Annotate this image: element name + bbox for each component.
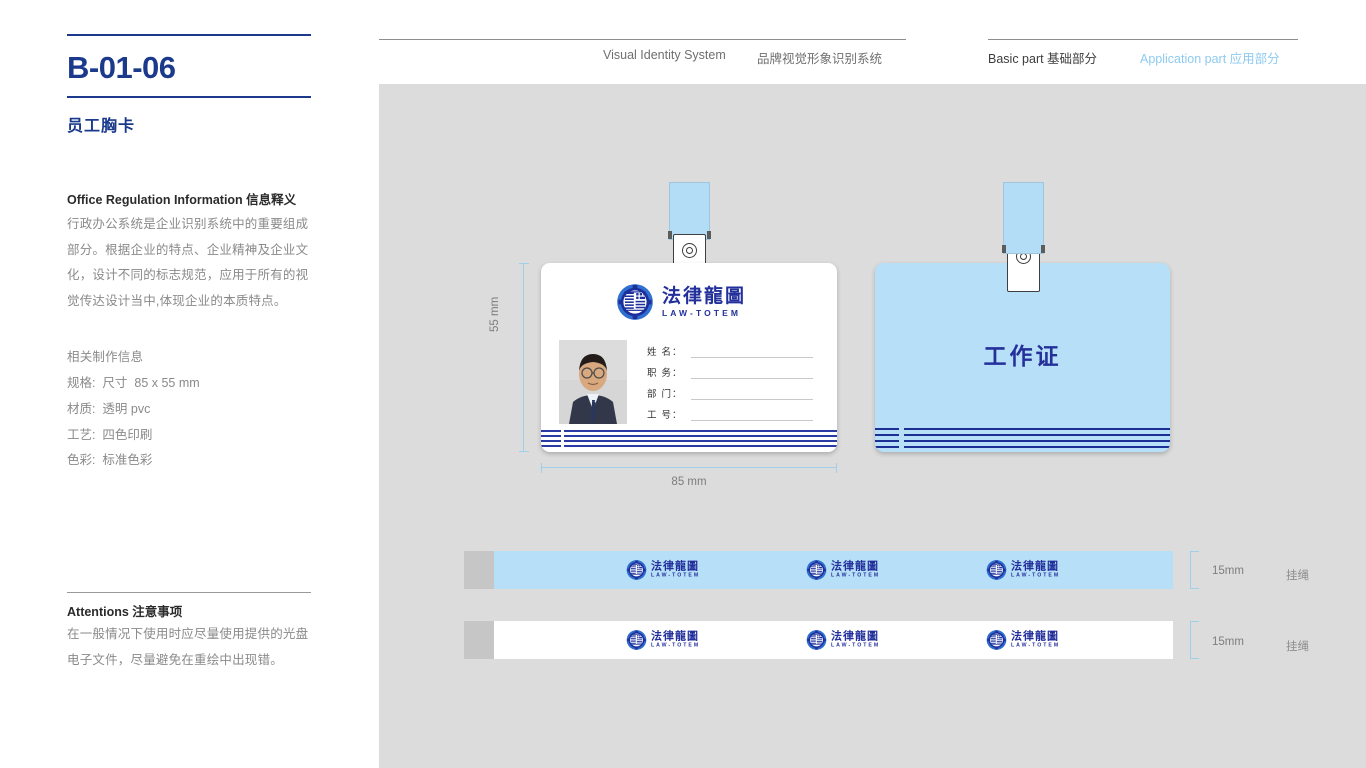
clip-nub-left — [1002, 245, 1006, 253]
dimension-height-label: 55 mm — [489, 296, 501, 332]
spec-item: 工艺: 四色印刷 — [67, 427, 153, 442]
field-line — [691, 378, 813, 379]
logo-text-en: LAW-TOTEM — [651, 642, 701, 649]
spec-item: 色彩: 标准色彩 — [67, 453, 153, 468]
lanyard-size-label: 15mm — [1212, 636, 1244, 648]
lanyard-grip — [464, 551, 494, 589]
field-name: 姓 名： — [647, 340, 813, 361]
lanyard-blue[interactable]: 法律龍圖 LAW-TOTEM 法律龍圖 LAW-TOTEM 法律龍圖 LAW-T… — [464, 551, 1173, 589]
card-back-title: 工作证 — [983, 344, 1062, 370]
divider-mid — [67, 96, 311, 98]
lanyard-logo: 法律龍圖 LAW-TOTEM — [806, 560, 880, 581]
law-totem-emblem-icon — [986, 630, 1007, 651]
field-label: 工 号： — [647, 410, 683, 421]
spec-list: 规格: 尺寸 85 x 55 mm 材质: 透明 pvc 工艺: 四色印刷 色彩… — [67, 371, 317, 474]
logo-text-cn: 法律龍圖 — [831, 559, 879, 573]
dimension-height-bracket — [519, 263, 529, 452]
badge-clip-right — [1002, 182, 1045, 292]
logo-text-en: LAW-TOTEM — [1011, 642, 1061, 649]
logo-text-cn: 法律龍圖 — [1011, 559, 1059, 573]
lanyard-dimension-bracket — [1190, 621, 1199, 659]
clip-nub-left — [668, 231, 672, 239]
lanyard-white[interactable]: 法律龍圖 LAW-TOTEM 法律龍圖 LAW-TOTEM 法律龍圖 LAW-T… — [464, 621, 1173, 659]
law-totem-emblem-icon — [626, 630, 647, 651]
field-label: 姓 名： — [647, 347, 683, 358]
law-totem-emblem-icon — [986, 560, 1007, 581]
spec-heading: 相关制作信息 — [67, 350, 144, 364]
page-title: 员工胸卡 — [67, 118, 136, 135]
field-line — [691, 357, 813, 358]
field-department: 部 门： — [647, 382, 813, 403]
logo-text-cn: 法律龍圖 — [651, 629, 699, 643]
field-position: 职 务： — [647, 361, 813, 382]
spec-item: 材质: 透明 pvc — [67, 401, 151, 416]
lanyard-logo: 法律龍圖 LAW-TOTEM — [626, 560, 700, 581]
logo-text-en: LAW-TOTEM — [651, 572, 701, 579]
logo-text-cn: 法律龍圖 — [651, 559, 699, 573]
lanyard-note-label: 挂绳 — [1286, 570, 1309, 582]
header-basic-part[interactable]: Basic part 基础部分 — [988, 48, 1097, 67]
dimension-width-label: 85 mm — [671, 476, 707, 488]
header-vis-cn: 品牌视觉形象识别系统 — [757, 52, 883, 66]
logo-text-cn: 法律龍圖 — [1011, 629, 1059, 643]
lanyard-grip — [464, 621, 494, 659]
field-label: 职 务： — [647, 368, 683, 379]
header-vis-en: Visual Identity System — [603, 48, 726, 62]
clip-tab — [1002, 182, 1045, 254]
page-code: B-01-06 — [67, 50, 176, 85]
id-card-front[interactable]: 法律龍圖 LAW-TOTEM 姓 名： 职 务： 部 门： 工 号： — [541, 263, 837, 452]
clip-nub-right — [1041, 245, 1045, 253]
field-label: 部 门： — [647, 389, 683, 400]
field-employee-id: 工 号： — [647, 403, 813, 424]
vi-manual-page: B-01-06 员工胸卡 Office Regulation Informati… — [0, 0, 1366, 768]
section-heading-info: Office Regulation Information 信息释义 — [67, 193, 297, 207]
clip-ring-icon — [682, 243, 697, 258]
left-info-column: B-01-06 员工胸卡 Office Regulation Informati… — [67, 0, 313, 768]
lanyard-logo: 法律龍圖 LAW-TOTEM — [626, 630, 700, 651]
law-totem-emblem-icon — [806, 630, 827, 651]
lanyard-logo: 法律龍圖 LAW-TOTEM — [986, 560, 1060, 581]
header-application-part[interactable]: Application part 应用部分 — [1140, 48, 1280, 67]
dimension-width-bracket — [541, 463, 837, 473]
attentions-heading: Attentions 注意事项 — [67, 605, 183, 619]
lanyard-strap: 法律龍圖 LAW-TOTEM 法律龍圖 LAW-TOTEM 法律龍圖 LAW-T… — [494, 621, 1173, 659]
header-rule-left — [379, 39, 906, 40]
clip-nub-right — [707, 231, 711, 239]
employee-photo — [559, 340, 627, 424]
stripe-notch — [561, 429, 564, 447]
clip-tab — [668, 182, 711, 240]
card-bottom-stripes — [541, 429, 837, 447]
logo-text-en: LAW-TOTEM — [1011, 572, 1061, 579]
law-totem-emblem-icon — [616, 283, 654, 321]
stripe-notch — [899, 426, 904, 450]
logo-text-en: LAW-TOTEM — [662, 307, 742, 318]
lanyard-dimension-bracket — [1190, 551, 1199, 589]
lanyard-size-label: 15mm — [1212, 565, 1244, 577]
card-back-stripes — [875, 426, 1170, 450]
divider-top — [67, 34, 311, 36]
law-totem-emblem-icon — [806, 560, 827, 581]
lanyard-logo: 法律龍圖 LAW-TOTEM — [986, 630, 1060, 651]
logo-text-cn: 法律龍圖 — [831, 629, 879, 643]
divider-attentions — [67, 592, 311, 593]
card-logo: 法律龍圖 LAW-TOTEM — [616, 283, 746, 321]
lanyard-logo: 法律龍圖 LAW-TOTEM — [806, 630, 880, 651]
logo-text-en: LAW-TOTEM — [831, 642, 881, 649]
lanyard-strap: 法律龍圖 LAW-TOTEM 法律龍圖 LAW-TOTEM 法律龍圖 LAW-T… — [494, 551, 1173, 589]
section-body-info: 行政办公系统是企业识别系统中的重要组成部分。根据企业的特点、企业精神及企业文化，… — [67, 217, 309, 308]
logo-text-en: LAW-TOTEM — [831, 572, 881, 579]
spec-item: 规格: 尺寸 85 x 55 mm — [67, 376, 200, 390]
card-field-list: 姓 名： 职 务： 部 门： 工 号： — [647, 340, 813, 424]
field-line — [691, 420, 813, 421]
attentions-body: 在一般情况下使用时应尽量使用提供的光盘电子文件，尽量避免在重绘中出现错。 — [67, 627, 309, 667]
card-wordmark: 法律龍圖 LAW-TOTEM — [662, 284, 747, 318]
lanyard-note-label: 挂绳 — [1286, 641, 1309, 653]
header-rule-right — [988, 39, 1298, 40]
law-totem-emblem-icon — [626, 560, 647, 581]
field-line — [691, 399, 813, 400]
logo-text-cn: 法律龍圖 — [662, 284, 747, 307]
